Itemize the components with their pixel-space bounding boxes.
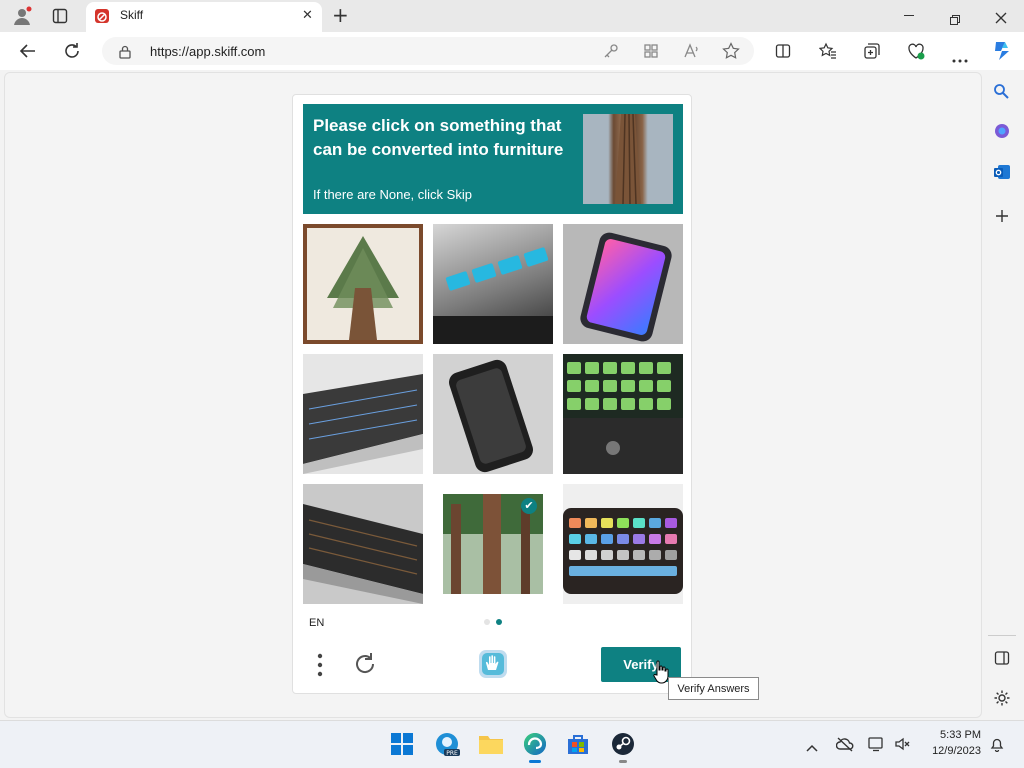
running-app-indicator (619, 760, 627, 763)
selected-check-icon: ✔ (521, 498, 537, 514)
onedrive-offline-icon[interactable] (835, 736, 854, 752)
split-screen-icon[interactable] (775, 43, 791, 59)
key-icon[interactable] (603, 43, 619, 59)
page-dot-2 (496, 619, 502, 625)
captcha-tile-6[interactable] (563, 354, 683, 474)
restore-icon[interactable] (950, 10, 960, 25)
favorite-star-icon[interactable] (722, 42, 740, 60)
tab-actions-icon[interactable] (52, 8, 68, 24)
lock-icon[interactable] (119, 44, 131, 59)
minimize-icon[interactable] (904, 15, 914, 16)
edge-browser-icon[interactable] (522, 731, 548, 757)
captcha-tile-3[interactable] (563, 224, 683, 344)
page-dot-1 (484, 619, 490, 625)
notification-bell-icon[interactable] (989, 736, 1005, 753)
sidebar-divider (988, 635, 1016, 636)
show-hidden-icons-chevron-icon[interactable] (806, 738, 818, 752)
favorites-icon[interactable] (818, 42, 837, 60)
tab-title: Skiff (120, 8, 144, 22)
captcha-tile-2[interactable] (433, 224, 553, 344)
clock-date[interactable]: 12/9/2023 (911, 745, 981, 757)
captcha-tile-7[interactable] (303, 484, 423, 604)
captcha-prompt-subtitle: If there are None, click Skip (313, 187, 472, 202)
refresh-challenge-icon[interactable] (353, 652, 377, 676)
m365-icon[interactable] (993, 122, 1011, 140)
file-explorer-icon[interactable] (478, 733, 504, 755)
captcha-tile-5[interactable] (433, 354, 553, 474)
collections-icon[interactable] (863, 42, 881, 60)
menu-dots-icon[interactable] (317, 653, 323, 677)
copilot-icon[interactable] (990, 39, 1014, 63)
verify-tooltip: Verify Answers (668, 677, 759, 700)
captcha-tile-1[interactable] (303, 224, 423, 344)
store-icon[interactable] (566, 732, 590, 756)
outlook-icon[interactable] (993, 163, 1011, 181)
new-tab-icon[interactable]: + (332, 5, 349, 25)
url-text: https://app.skiff.com (150, 44, 266, 59)
app-icon[interactable] (643, 43, 659, 59)
active-app-indicator (529, 760, 541, 763)
read-aloud-icon[interactable] (683, 42, 701, 60)
captcha-tile-9[interactable] (563, 484, 683, 604)
skiff-favicon-icon (95, 9, 109, 23)
clock-time[interactable]: 5:33 PM (911, 729, 981, 741)
profile-icon[interactable] (12, 6, 32, 26)
edge-preview-icon[interactable]: PRE (434, 731, 460, 757)
close-tab-icon[interactable]: ✕ (302, 9, 313, 22)
back-icon[interactable] (19, 42, 37, 60)
hide-sidebar-icon[interactable] (994, 650, 1010, 666)
captcha-tile-4[interactable] (303, 354, 423, 474)
svg-text:PRE: PRE (446, 750, 458, 757)
language-selector[interactable]: EN (309, 617, 324, 629)
captcha-prompt-title: Please click on something that can be co… (313, 116, 564, 159)
add-sidebar-icon[interactable] (995, 208, 1009, 222)
browser-essentials-icon[interactable] (907, 42, 925, 60)
display-icon[interactable] (868, 736, 884, 752)
steam-icon[interactable] (610, 731, 636, 757)
more-menu-icon[interactable] (952, 48, 968, 63)
volume-muted-icon[interactable] (894, 736, 910, 752)
close-window-icon[interactable] (995, 9, 1007, 24)
captcha-example-image (583, 113, 673, 205)
hcaptcha-logo-icon (477, 648, 509, 680)
windows-start-icon[interactable] (391, 733, 413, 755)
search-icon[interactable] (993, 83, 1009, 99)
settings-gear-icon[interactable] (993, 689, 1011, 707)
refresh-icon[interactable] (63, 42, 81, 60)
